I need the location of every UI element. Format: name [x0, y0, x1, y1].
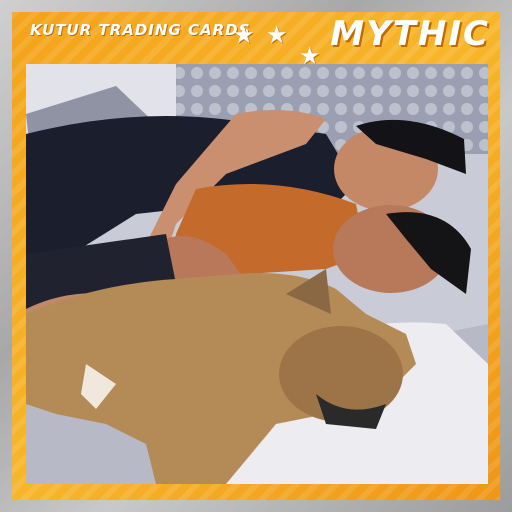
- star-icon: ★: [266, 21, 288, 49]
- brand-label: KUTUR TRADING CARDS: [30, 21, 251, 39]
- photo-illustration: [26, 64, 488, 484]
- star-icon: ★: [233, 21, 255, 49]
- card-photo: [26, 64, 488, 484]
- rarity-label: MYTHIC: [330, 14, 490, 54]
- trading-card: KUTUR TRADING CARDS ★ ★ ★ ★ ★ ★ ★ ★ MYTH…: [0, 0, 512, 512]
